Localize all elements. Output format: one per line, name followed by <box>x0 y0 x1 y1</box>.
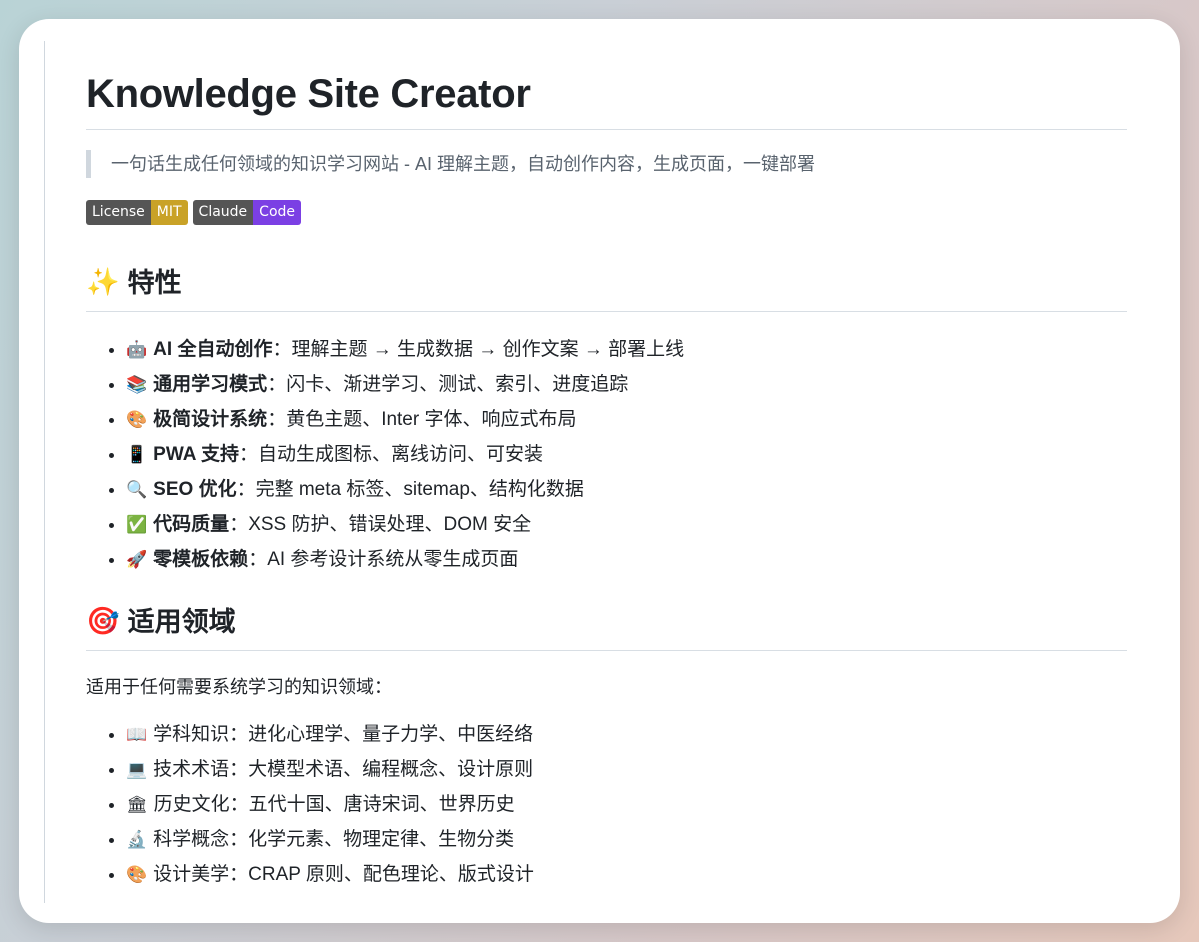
laptop-icon: 💻 <box>126 760 148 780</box>
list-item: 🔬科学概念：化学元素、物理定律、生物分类 <box>126 822 1127 857</box>
feature-label: 通用学习模式 <box>153 374 268 395</box>
badge-value: MIT <box>150 200 188 225</box>
domains-heading: 🎯 适用领域 <box>86 604 1127 651</box>
palette-icon: 🎨 <box>126 410 148 430</box>
domain-text: 历史文化：五代十国、唐诗宋词、世界历史 <box>153 794 515 815</box>
readme-card: Knowledge Site Creator 一句话生成任何领域的知识学习网站 … <box>19 19 1180 923</box>
feature-text: ：黄色主题、Inter 字体、响应式布局 <box>267 409 577 430</box>
feature-text: ：自动生成图标、离线访问、可安装 <box>239 444 544 465</box>
palette-icon: 🎨 <box>126 865 148 885</box>
domains-heading-text: 适用领域 <box>127 607 236 637</box>
feature-text: ：闪卡、渐进学习、测试、索引、进度追踪 <box>267 374 629 395</box>
list-item: 🎨极简设计系统：黄色主题、Inter 字体、响应式布局 <box>126 402 1127 437</box>
list-item: 📖学科知识：进化心理学、量子力学、中医经络 <box>126 717 1127 752</box>
open-book-icon: 📖 <box>126 725 148 745</box>
badge-key: Claude <box>192 200 254 225</box>
magnifier-icon: 🔍 <box>126 480 148 500</box>
features-heading-text: 特性 <box>127 268 182 298</box>
domain-text: 科学概念：化学元素、物理定律、生物分类 <box>153 829 515 850</box>
left-divider <box>44 41 45 903</box>
domains-list: 📖学科知识：进化心理学、量子力学、中医经络 💻技术术语：大模型术语、编程概念、设… <box>86 717 1127 892</box>
books-icon: 📚 <box>126 375 148 395</box>
feature-label: SEO 优化 <box>153 479 237 500</box>
check-mark-icon: ✅ <box>126 515 148 535</box>
microscope-icon: 🔬 <box>126 830 148 850</box>
list-item: 🔍SEO 优化：完整 meta 标签、sitemap、结构化数据 <box>126 472 1127 507</box>
badge-row: License MIT Claude Code <box>86 200 1127 225</box>
robot-icon: 🤖 <box>126 340 148 360</box>
license-badge[interactable]: License MIT <box>86 200 188 225</box>
feature-label: 代码质量 <box>153 514 230 535</box>
claude-code-badge[interactable]: Claude Code <box>192 200 302 225</box>
list-item: 🏛历史文化：五代十国、唐诗宋词、世界历史 <box>126 787 1127 822</box>
sparkles-icon: ✨ <box>86 267 120 298</box>
domain-text: 技术术语：大模型术语、编程概念、设计原则 <box>153 759 534 780</box>
domains-intro: 适用于任何需要系统学习的知识领域： <box>86 677 392 697</box>
readme-content: Knowledge Site Creator 一句话生成任何领域的知识学习网站 … <box>86 69 1127 892</box>
feature-text: ：XSS 防护、错误处理、DOM 安全 <box>229 514 532 535</box>
tagline-blockquote: 一句话生成任何领域的知识学习网站 - AI 理解主题，自动创作内容，生成页面，一… <box>86 150 1127 178</box>
badge-key: License <box>86 200 151 225</box>
list-item: 💻技术术语：大模型术语、编程概念、设计原则 <box>126 752 1127 787</box>
list-item: ✅代码质量：XSS 防护、错误处理、DOM 安全 <box>126 507 1127 542</box>
list-item: 🤖AI 全自动创作：理解主题 → 生成数据 → 创作文案 → 部署上线 <box>126 332 1127 367</box>
features-heading: ✨ 特性 <box>86 265 1127 312</box>
domain-text: 学科知识：进化心理学、量子力学、中医经络 <box>153 724 534 745</box>
feature-label: 极简设计系统 <box>153 409 268 430</box>
feature-text: ：理解主题 → 生成数据 → 创作文案 → 部署上线 <box>272 339 685 360</box>
badge-value: Code <box>253 200 302 225</box>
target-icon: 🎯 <box>86 606 120 637</box>
list-item: 🎨设计美学：CRAP 原则、配色理论、版式设计 <box>126 857 1127 892</box>
feature-label: 零模板依赖 <box>153 549 249 570</box>
mobile-phone-icon: 📱 <box>126 445 148 465</box>
domain-text: 设计美学：CRAP 原则、配色理论、版式设计 <box>153 864 534 885</box>
rocket-icon: 🚀 <box>126 550 148 570</box>
feature-text: ：完整 meta 标签、sitemap、结构化数据 <box>236 479 584 500</box>
list-item: 📱PWA 支持：自动生成图标、离线访问、可安装 <box>126 437 1127 472</box>
page-title: Knowledge Site Creator <box>86 69 1127 130</box>
features-list: 🤖AI 全自动创作：理解主题 → 生成数据 → 创作文案 → 部署上线 📚通用学… <box>86 332 1127 577</box>
feature-text: ：AI 参考设计系统从零生成页面 <box>248 549 519 570</box>
list-item: 🚀零模板依赖：AI 参考设计系统从零生成页面 <box>126 542 1127 577</box>
feature-label: AI 全自动创作 <box>153 339 273 360</box>
list-item: 📚通用学习模式：闪卡、渐进学习、测试、索引、进度追踪 <box>126 367 1127 402</box>
classical-building-icon: 🏛 <box>126 795 148 815</box>
feature-label: PWA 支持 <box>153 444 240 465</box>
